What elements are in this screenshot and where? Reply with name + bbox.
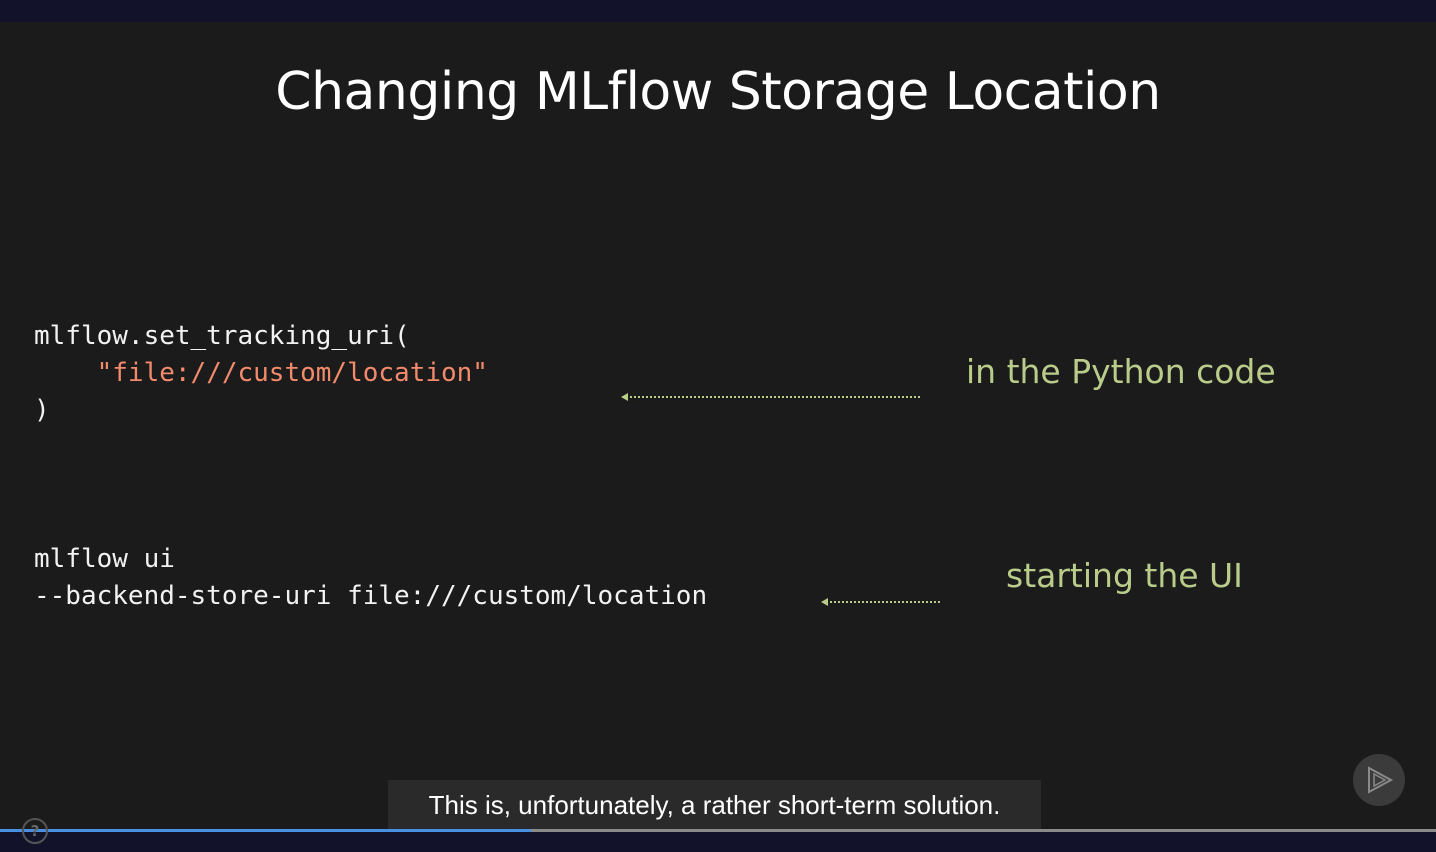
play-outline-icon	[1368, 766, 1394, 794]
slide-title: Changing MLflow Storage Location	[275, 62, 1161, 122]
help-icon[interactable]: ?	[22, 818, 48, 844]
code-line: mlflow.set_tracking_uri(	[34, 321, 410, 351]
annotation-python-code: in the Python code	[966, 352, 1276, 391]
dotted-arrow-left-icon	[621, 393, 920, 401]
bottom-bar	[0, 832, 1436, 852]
code-block-cli: mlflow ui --backend-store-uri file:///cu…	[34, 541, 707, 615]
code-block-python: mlflow.set_tracking_uri( "file:///custom…	[34, 318, 488, 429]
code-line: )	[34, 395, 50, 425]
code-line: --backend-store-uri file:///custom/locat…	[34, 581, 708, 611]
annotation-starting-ui: starting the UI	[1006, 556, 1243, 595]
progress-bar-fill	[0, 829, 532, 832]
progress-bar[interactable]	[0, 829, 1436, 832]
dotted-arrow-left-icon	[821, 598, 940, 606]
code-line: mlflow ui	[34, 544, 175, 574]
subtitle-caption: This is, unfortunately, a rather short-t…	[388, 780, 1041, 830]
play-button[interactable]	[1353, 754, 1405, 806]
top-bar	[0, 0, 1436, 22]
code-string: "file:///custom/location"	[96, 358, 488, 388]
